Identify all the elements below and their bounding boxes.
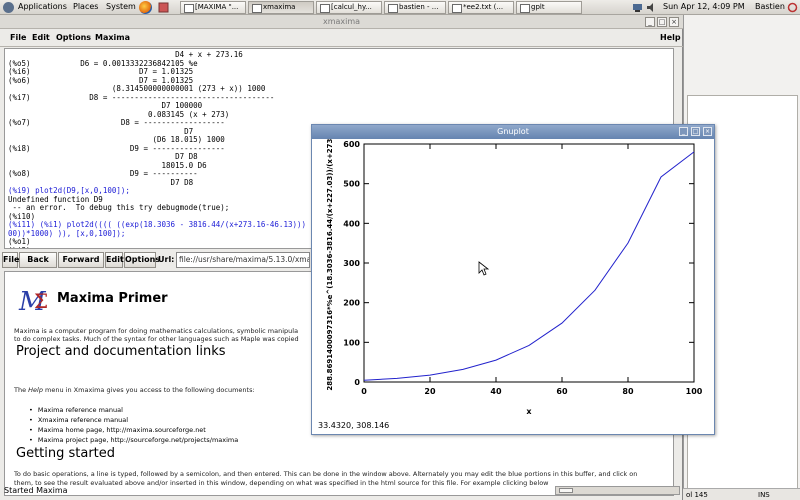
x-axis-label: x (526, 407, 532, 416)
firefox-icon[interactable] (139, 1, 152, 14)
link-maxima-home[interactable]: Maxima home page, http://maxima.sourcefo… (29, 425, 238, 435)
gnuplot-minimize-button[interactable]: _ (679, 127, 688, 136)
y-tick-label: 300 (343, 259, 360, 268)
getting-started-line-1: To do basic operations, a line is typed,… (14, 470, 638, 478)
heading-project-links: Project and documentation links (16, 344, 226, 359)
x-tick-label: 80 (622, 387, 634, 396)
x-tick-label: 100 (686, 387, 703, 396)
background-window-status: ol 145 INS (683, 488, 800, 500)
svg-text:Σ: Σ (34, 289, 48, 313)
places-menu[interactable]: Places (73, 2, 98, 11)
y-tick-label: 600 (343, 140, 360, 149)
xmaxima-menubar: File Edit Options Maxima Help (0, 29, 683, 47)
browser-edit-button[interactable]: Edit (105, 252, 124, 268)
taskbar-item-bastien[interactable]: bastien - ... (384, 1, 446, 14)
y-tick-label: 400 (343, 219, 360, 228)
system-menu[interactable]: System (106, 2, 136, 11)
menu-options[interactable]: Options (56, 33, 91, 42)
series-line (363, 151, 695, 381)
y-tick-label: 100 (343, 338, 360, 347)
horizontal-scrollbar[interactable] (555, 486, 680, 495)
clock[interactable]: Sun Apr 12, 4:09 PM (663, 2, 745, 11)
y-tick-label: 0 (354, 378, 360, 387)
link-maxima-project[interactable]: Maxima project page, http://sourceforge.… (29, 435, 238, 445)
doc-links-list: Maxima reference manual Xmaxima referenc… (29, 405, 238, 445)
user-name[interactable]: Bastien (755, 2, 785, 11)
maxima-logo-icon: M Σ (17, 284, 53, 316)
close-button[interactable]: × (669, 17, 679, 27)
y-axis-label: 288.8691400097316*%e^(18.3036-3816.44/(x… (326, 139, 334, 391)
links-intro-help: Help (28, 386, 43, 394)
menu-help[interactable]: Help (660, 33, 681, 42)
window-title: xmaxima (322, 17, 361, 26)
x-tick-label: 40 (490, 387, 502, 396)
browser-file-button[interactable]: File (2, 252, 19, 268)
url-field[interactable]: file://usr/share/maxima/5.13.0/xmaxima/i… (176, 252, 310, 268)
status-bar: Started Maxima (0, 482, 683, 500)
x-tick-label: 0 (361, 387, 367, 396)
link-xmaxima-reference[interactable]: Xmaxima reference manual (29, 415, 238, 425)
minimize-button[interactable]: _ (645, 17, 655, 27)
y-tick-label: 500 (343, 180, 360, 189)
menu-maxima[interactable]: Maxima (95, 33, 130, 42)
status-text: Started Maxima (4, 486, 68, 495)
browser-options-button[interactable]: Options (124, 252, 160, 268)
applications-menu[interactable]: Applications (18, 2, 67, 11)
top-panel: Applications Places System [MAXIMA "... … (0, 0, 800, 15)
y-tick-label: 200 (343, 299, 360, 308)
menu-file[interactable]: File (10, 33, 26, 42)
plot-frame (363, 143, 695, 383)
links-intro: The Help menu in Xmaxima gives you acces… (14, 386, 255, 395)
x-tick-label: 20 (424, 387, 436, 396)
taskbar-item-gplt[interactable]: gplt (516, 1, 582, 14)
taskbar-item-maxima[interactable]: [MAXIMA "... (180, 1, 246, 14)
heading-getting-started: Getting started (16, 446, 116, 461)
gnuplot-titlebar[interactable]: Gnuplot _ □ × (312, 125, 714, 139)
gnuplot-chart[interactable]: 0 20 40 60 80 100 0 100 200 300 400 500 600 x 288.8691… (312, 139, 714, 434)
scrollbar-thumb[interactable] (559, 488, 573, 493)
url-label: Url: (158, 255, 175, 264)
links-intro-post: menu in Xmaxima gives you access to the … (42, 386, 255, 394)
taskbar-item-calcul[interactable]: [calcul_hy... (316, 1, 382, 14)
mouse-cursor-icon (478, 261, 490, 276)
insert-mode-indicator: INS (758, 491, 770, 499)
maximize-button[interactable]: □ (657, 17, 667, 27)
network-icon[interactable] (632, 2, 643, 13)
volume-icon[interactable] (646, 2, 657, 13)
power-icon[interactable] (787, 2, 798, 13)
gnome-foot-icon[interactable] (3, 2, 14, 13)
xmaxima-titlebar[interactable]: xmaxima _ □ × (0, 15, 683, 29)
help-title: Maxima Primer (57, 291, 168, 306)
gnuplot-maximize-button[interactable]: □ (691, 127, 700, 136)
forward-button[interactable]: Forward (58, 252, 104, 268)
intro-line-2: to do complex tasks. Much of the syntax … (14, 335, 299, 343)
link-maxima-reference[interactable]: Maxima reference manual (29, 405, 238, 415)
taskbar-item-xmaxima[interactable]: xmaxima (248, 1, 314, 14)
gnuplot-close-button[interactable]: × (703, 127, 712, 136)
menu-edit[interactable]: Edit (32, 33, 50, 42)
launcher-icon[interactable] (158, 2, 169, 13)
back-button[interactable]: Back (19, 252, 57, 268)
taskbar-item-ee2[interactable]: *ee2.txt (... (448, 1, 514, 14)
mouse-coordinates: 33.4320, 308.146 (318, 421, 390, 430)
gnuplot-title: Gnuplot (497, 127, 529, 136)
links-intro-pre: The (14, 386, 29, 394)
gnuplot-window: Gnuplot _ □ × 0 20 40 60 80 100 0 100 200 300 400 5… (311, 124, 715, 435)
line-indicator: ol 145 (686, 491, 708, 499)
x-tick-label: 60 (556, 387, 568, 396)
